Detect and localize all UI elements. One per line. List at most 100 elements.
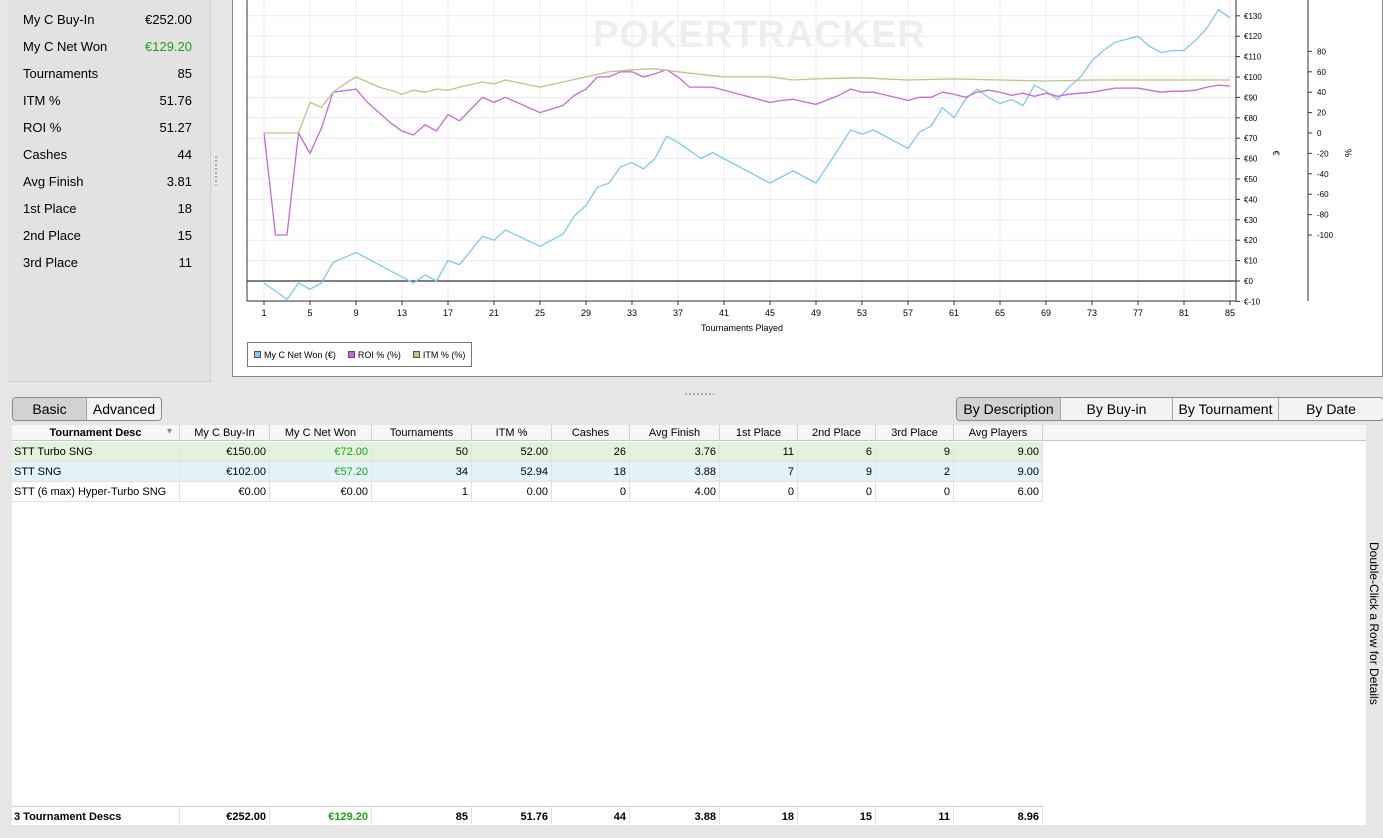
- total-cell: 3 Tournament Descs: [12, 807, 180, 827]
- stat-row: My C Net Won €129.20: [23, 36, 192, 58]
- stat-value: 44: [177, 147, 192, 162]
- x-axis-title: Tournaments Played: [701, 323, 783, 333]
- table-cell: 2: [876, 462, 954, 482]
- stat-value: €129.20: [145, 39, 192, 54]
- stat-label: My C Net Won: [23, 39, 108, 54]
- double-click-hint: Double-Click a Row for Details: [1367, 542, 1381, 705]
- legend-item[interactable]: ROI % (%): [347, 350, 401, 360]
- column-header[interactable]: 1st Place: [720, 425, 798, 441]
- x-tick-label: 13: [397, 308, 407, 318]
- column-header[interactable]: My C Buy-In: [180, 425, 270, 441]
- table-cell: 9: [876, 442, 954, 462]
- tab-by-tournament[interactable]: By Tournament: [1173, 398, 1279, 420]
- x-tick-label: 77: [1133, 308, 1143, 318]
- stat-label: 1st Place: [23, 201, 77, 216]
- stat-value: 51.76: [159, 93, 192, 108]
- x-tick-label: 49: [811, 308, 821, 318]
- stat-row: Cashes 44: [23, 144, 192, 166]
- table-cell: 18: [552, 462, 630, 482]
- table-cell: 26: [552, 442, 630, 462]
- stat-value: €252.00: [145, 12, 192, 27]
- y-left-tick-label: €70: [1244, 134, 1258, 143]
- column-header[interactable]: Tournament Desc: [12, 425, 180, 441]
- table-cell: 0: [876, 482, 954, 502]
- legend-item[interactable]: My C Net Won (€): [254, 350, 336, 360]
- stat-row: 3rd Place 11: [23, 252, 192, 274]
- stat-value: 18: [177, 201, 192, 216]
- results-chart: 1 5 9 13 17 21 25 29 33 37 41 45 49 53 57 61 65 69 73 77 81 8…: [246, 0, 1353, 333]
- x-tick-label: 61: [949, 308, 959, 318]
- table-cell: 0: [798, 482, 876, 502]
- tab-basic[interactable]: Basic: [13, 398, 87, 420]
- x-tick-label: 45: [765, 308, 775, 318]
- y-right-tick-label: -100: [1317, 231, 1334, 240]
- column-header[interactable]: Avg Finish: [630, 425, 720, 441]
- column-header[interactable]: Cashes: [552, 425, 630, 441]
- chart-legend: My C Net Won (€) ROI % (%) ITM % (%): [247, 342, 473, 367]
- tab-by-description[interactable]: By Description: [957, 398, 1061, 420]
- stat-label: 2nd Place: [23, 228, 81, 243]
- y-right-tick-label: 0: [1317, 129, 1322, 138]
- total-cell: 85: [372, 807, 472, 827]
- column-header[interactable]: 2nd Place: [798, 425, 876, 441]
- column-header[interactable]: 3rd Place: [876, 425, 954, 441]
- total-cell: €129.20: [270, 807, 372, 827]
- table-total-row: 3 Tournament Descs €252.00 €129.20 85 51.76 4…: [12, 806, 1043, 827]
- tab-by-date[interactable]: By Date: [1279, 398, 1383, 420]
- y-left-tick-label: €60: [1244, 155, 1258, 164]
- y-left-tick-label: €10: [1244, 257, 1258, 266]
- stat-value: 11: [178, 255, 193, 270]
- mode-segmented-control: Basic Advanced: [12, 397, 162, 421]
- legend-swatch: [347, 351, 355, 358]
- table-cell: €0.00: [180, 482, 270, 502]
- table-row[interactable]: STT (6 max) Hyper-Turbo SNG €0.00 €0.00 1 0.…: [12, 482, 1043, 502]
- stat-value: 85: [177, 66, 192, 81]
- x-tick-label: 37: [673, 308, 683, 318]
- horizontal-splitter-grip[interactable]: [684, 392, 714, 396]
- legend-item[interactable]: ITM % (%): [412, 350, 465, 360]
- sort-descending-icon[interactable]: ▾: [167, 426, 172, 437]
- y-left-tick-label: €50: [1244, 175, 1258, 184]
- series-line-0: [263, 8, 1231, 301]
- table-cell: 0.00: [472, 482, 552, 502]
- y-left-tick-label: €130: [1244, 12, 1262, 21]
- vertical-splitter-grip[interactable]: [214, 155, 218, 185]
- series-line-2: [264, 68, 1230, 134]
- chart-grid: [247, 0, 1236, 302]
- table-row[interactable]: STT SNG €102.00 €57.20 34 52.94 18 3.88 7 9 2 9.00: [12, 462, 1043, 482]
- stat-label: 3rd Place: [23, 255, 78, 270]
- x-tick-label: 25: [535, 308, 545, 318]
- table-cell: 9.00: [954, 442, 1043, 462]
- column-header[interactable]: ITM %: [472, 425, 552, 441]
- stat-row: Avg Finish 3.81: [23, 171, 192, 193]
- tournament-table: Tournament Desc My C Buy-In My C Net Won To…: [12, 425, 1366, 827]
- tab-by-buy-in[interactable]: By Buy-in: [1061, 398, 1173, 420]
- y-right-tick-label: -20: [1317, 149, 1329, 158]
- stat-label: My C Buy-In: [23, 12, 95, 27]
- y-right-tick-label: 20: [1317, 109, 1326, 118]
- x-tick-label: 1: [261, 308, 266, 318]
- x-tick-label: 21: [489, 308, 499, 318]
- x-tick-label: 9: [353, 308, 358, 318]
- tab-advanced[interactable]: Advanced: [87, 398, 161, 420]
- x-tick-label: 53: [857, 308, 867, 318]
- stat-row: ROI % 51.27: [23, 117, 192, 139]
- stat-label: ROI %: [23, 120, 62, 135]
- column-header[interactable]: Tournaments: [372, 425, 472, 441]
- y-right-tick-label: 40: [1317, 88, 1326, 97]
- table-cell: 50: [372, 442, 472, 462]
- table-cell: 4.00: [630, 482, 720, 502]
- column-header[interactable]: Avg Players: [954, 425, 1043, 441]
- table-cell: 9: [798, 462, 876, 482]
- table-cell: 0: [552, 482, 630, 502]
- stat-row: ITM % 51.76: [23, 90, 192, 112]
- table-cell: 34: [372, 462, 472, 482]
- table-cell: 6.00: [954, 482, 1043, 502]
- table-row[interactable]: STT Turbo SNG €150.00 €72.00 50 52.00 26 3.76 1…: [12, 442, 1043, 462]
- total-cell: 11: [876, 807, 954, 827]
- stat-row: 1st Place 18: [23, 198, 192, 220]
- x-tick-label: 65: [995, 308, 1005, 318]
- column-header[interactable]: My C Net Won: [270, 425, 372, 441]
- x-tick-label: 73: [1087, 308, 1097, 318]
- stat-label: ITM %: [23, 93, 61, 108]
